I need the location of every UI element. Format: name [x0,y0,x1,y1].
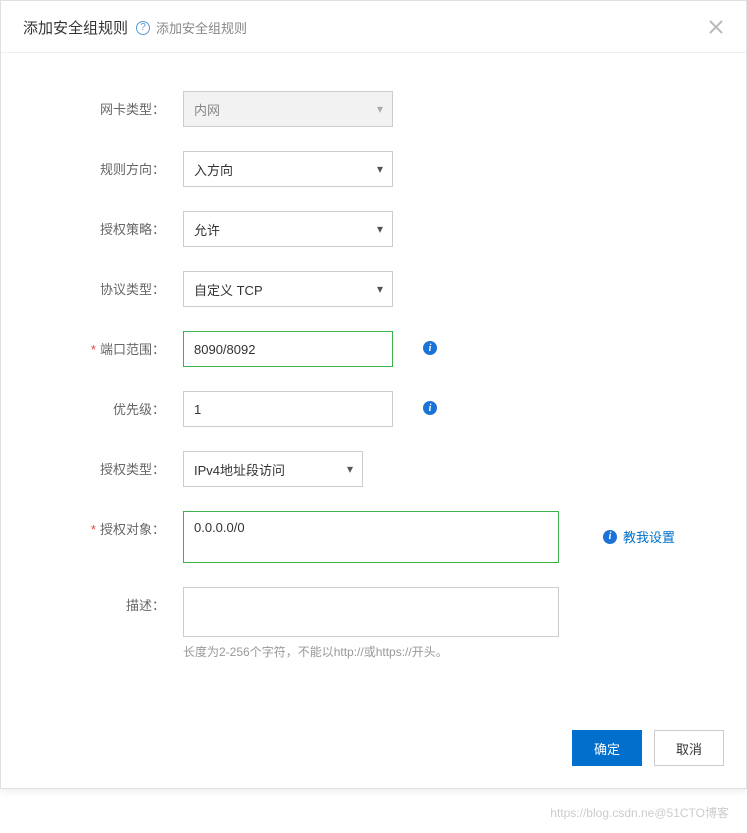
help-icon[interactable]: ? [136,21,150,35]
watermark: https://blog.csdn.ne@51CTO博客 [550,804,729,821]
cancel-button[interactable]: 取消 [654,730,724,766]
select-auth-type[interactable]: IPv4地址段访问 [183,451,363,487]
input-port-range[interactable] [183,331,393,367]
row-priority: 优先级： i [23,391,724,427]
teach-settings-link[interactable]: i 教我设置 [603,527,675,546]
info-icon[interactable]: i [423,401,437,415]
label-nic-type: 网卡类型： [23,91,183,118]
label-auth-type: 授权类型： [23,451,183,478]
ok-button[interactable]: 确定 [572,730,642,766]
select-protocol[interactable]: 自定义 TCP [183,271,393,307]
input-priority[interactable] [183,391,393,427]
modal-header: 添加安全组规则 ? 添加安全组规则 [1,1,746,53]
info-icon: i [603,530,617,544]
row-port-range: *端口范围： i [23,331,724,367]
label-policy: 授权策略： [23,211,183,238]
label-auth-object: *授权对象： [23,511,183,538]
modal-help-text: 添加安全组规则 [156,18,247,37]
label-port-range: *端口范围： [23,331,183,358]
select-nic-type: 内网 [183,91,393,127]
row-nic-type: 网卡类型： 内网 [23,91,724,127]
row-description: 描述： 长度为2-256个字符，不能以http://或https://开头。 [23,587,724,660]
modal-title: 添加安全组规则 [23,17,128,38]
textarea-description[interactable] [183,587,559,637]
select-policy[interactable]: 允许 [183,211,393,247]
label-description: 描述： [23,587,183,614]
close-icon[interactable] [702,13,730,41]
row-auth-object: *授权对象： i 教我设置 [23,511,724,563]
add-security-rule-modal: 添加安全组规则 ? 添加安全组规则 网卡类型： 内网 规则方向： 入方向 授 [0,0,747,789]
row-direction: 规则方向： 入方向 [23,151,724,187]
modal-footer: 确定 取消 [1,714,746,788]
info-icon[interactable]: i [423,341,437,355]
description-hint: 长度为2-256个字符，不能以http://或https://开头。 [183,643,448,660]
label-priority: 优先级： [23,391,183,418]
row-protocol: 协议类型： 自定义 TCP [23,271,724,307]
textarea-auth-object[interactable] [183,511,559,563]
label-protocol: 协议类型： [23,271,183,298]
form-body: 网卡类型： 内网 规则方向： 入方向 授权策略： 允许 [1,53,746,714]
select-direction[interactable]: 入方向 [183,151,393,187]
row-policy: 授权策略： 允许 [23,211,724,247]
row-auth-type: 授权类型： IPv4地址段访问 [23,451,724,487]
label-direction: 规则方向： [23,151,183,178]
